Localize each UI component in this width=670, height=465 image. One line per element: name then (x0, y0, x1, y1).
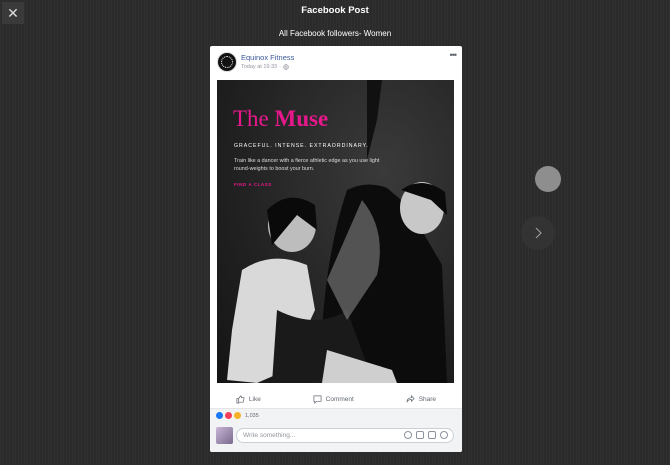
page-title: Facebook Post (301, 5, 369, 16)
like-label: Like (248, 395, 261, 403)
gif-icon[interactable] (428, 431, 436, 439)
next-preview-button[interactable] (521, 216, 555, 250)
user-avatar (216, 427, 233, 444)
post-actions: Like Comment Share (210, 390, 462, 408)
ad-headline: The Muse (233, 106, 328, 132)
audience-subtitle: All Facebook followers- Women (278, 29, 392, 38)
page-avatar[interactable] (217, 52, 237, 72)
reaction-count: 1,035 (245, 412, 259, 419)
comment-bubble-icon (313, 395, 322, 404)
like-reaction-icon (216, 412, 223, 419)
ad-cta-link[interactable]: FIND A CLASS (234, 182, 272, 187)
ad-headline-prefix: The (233, 106, 275, 131)
slider-handle[interactable] (535, 166, 561, 192)
more-horizontal-icon[interactable]: ••• (450, 50, 458, 60)
ad-headline-emphasis: Muse (274, 106, 329, 131)
comment-box[interactable] (236, 428, 454, 443)
comment-composer (210, 422, 462, 452)
share-arrow-icon (406, 394, 415, 402)
emoji-icon[interactable] (404, 431, 412, 439)
thumbs-up-icon (236, 395, 245, 403)
share-label: Share (418, 395, 437, 403)
comment-button[interactable]: Comment (313, 395, 354, 404)
reaction-summary[interactable]: 1,035 (210, 408, 462, 422)
ad-creative-image[interactable]: The Muse GRACEFUL. INTENSE. EXTRAORDINAR… (217, 80, 454, 383)
ad-body-text: Train like a dancer with a fierce athlet… (234, 158, 380, 172)
love-reaction-icon (225, 412, 232, 419)
facebook-post-preview: Equinox Fitness Today at 19:33 · ••• The… (210, 46, 462, 452)
share-button[interactable]: Share (406, 394, 437, 404)
chevron-right-icon (535, 227, 542, 239)
equinox-logo-icon (221, 56, 233, 68)
sticker-icon[interactable] (440, 431, 448, 439)
comment-label: Comment (325, 395, 354, 403)
page-name-link[interactable]: Equinox Fitness (241, 53, 294, 62)
post-header: Equinox Fitness Today at 19:33 · ••• (210, 46, 462, 78)
comment-tools (404, 431, 448, 439)
globe-icon (283, 64, 289, 70)
ad-tagline: GRACEFUL. INTENSE. EXTRAORDINARY. (234, 143, 369, 149)
camera-icon[interactable] (416, 431, 424, 439)
post-timestamp[interactable]: Today at 19:33 (241, 64, 277, 70)
comment-input[interactable] (243, 432, 383, 439)
like-button[interactable]: Like (236, 395, 261, 404)
wow-reaction-icon (234, 412, 241, 419)
post-meta: Today at 19:33 · (241, 64, 289, 70)
meta-separator: · (279, 64, 281, 70)
